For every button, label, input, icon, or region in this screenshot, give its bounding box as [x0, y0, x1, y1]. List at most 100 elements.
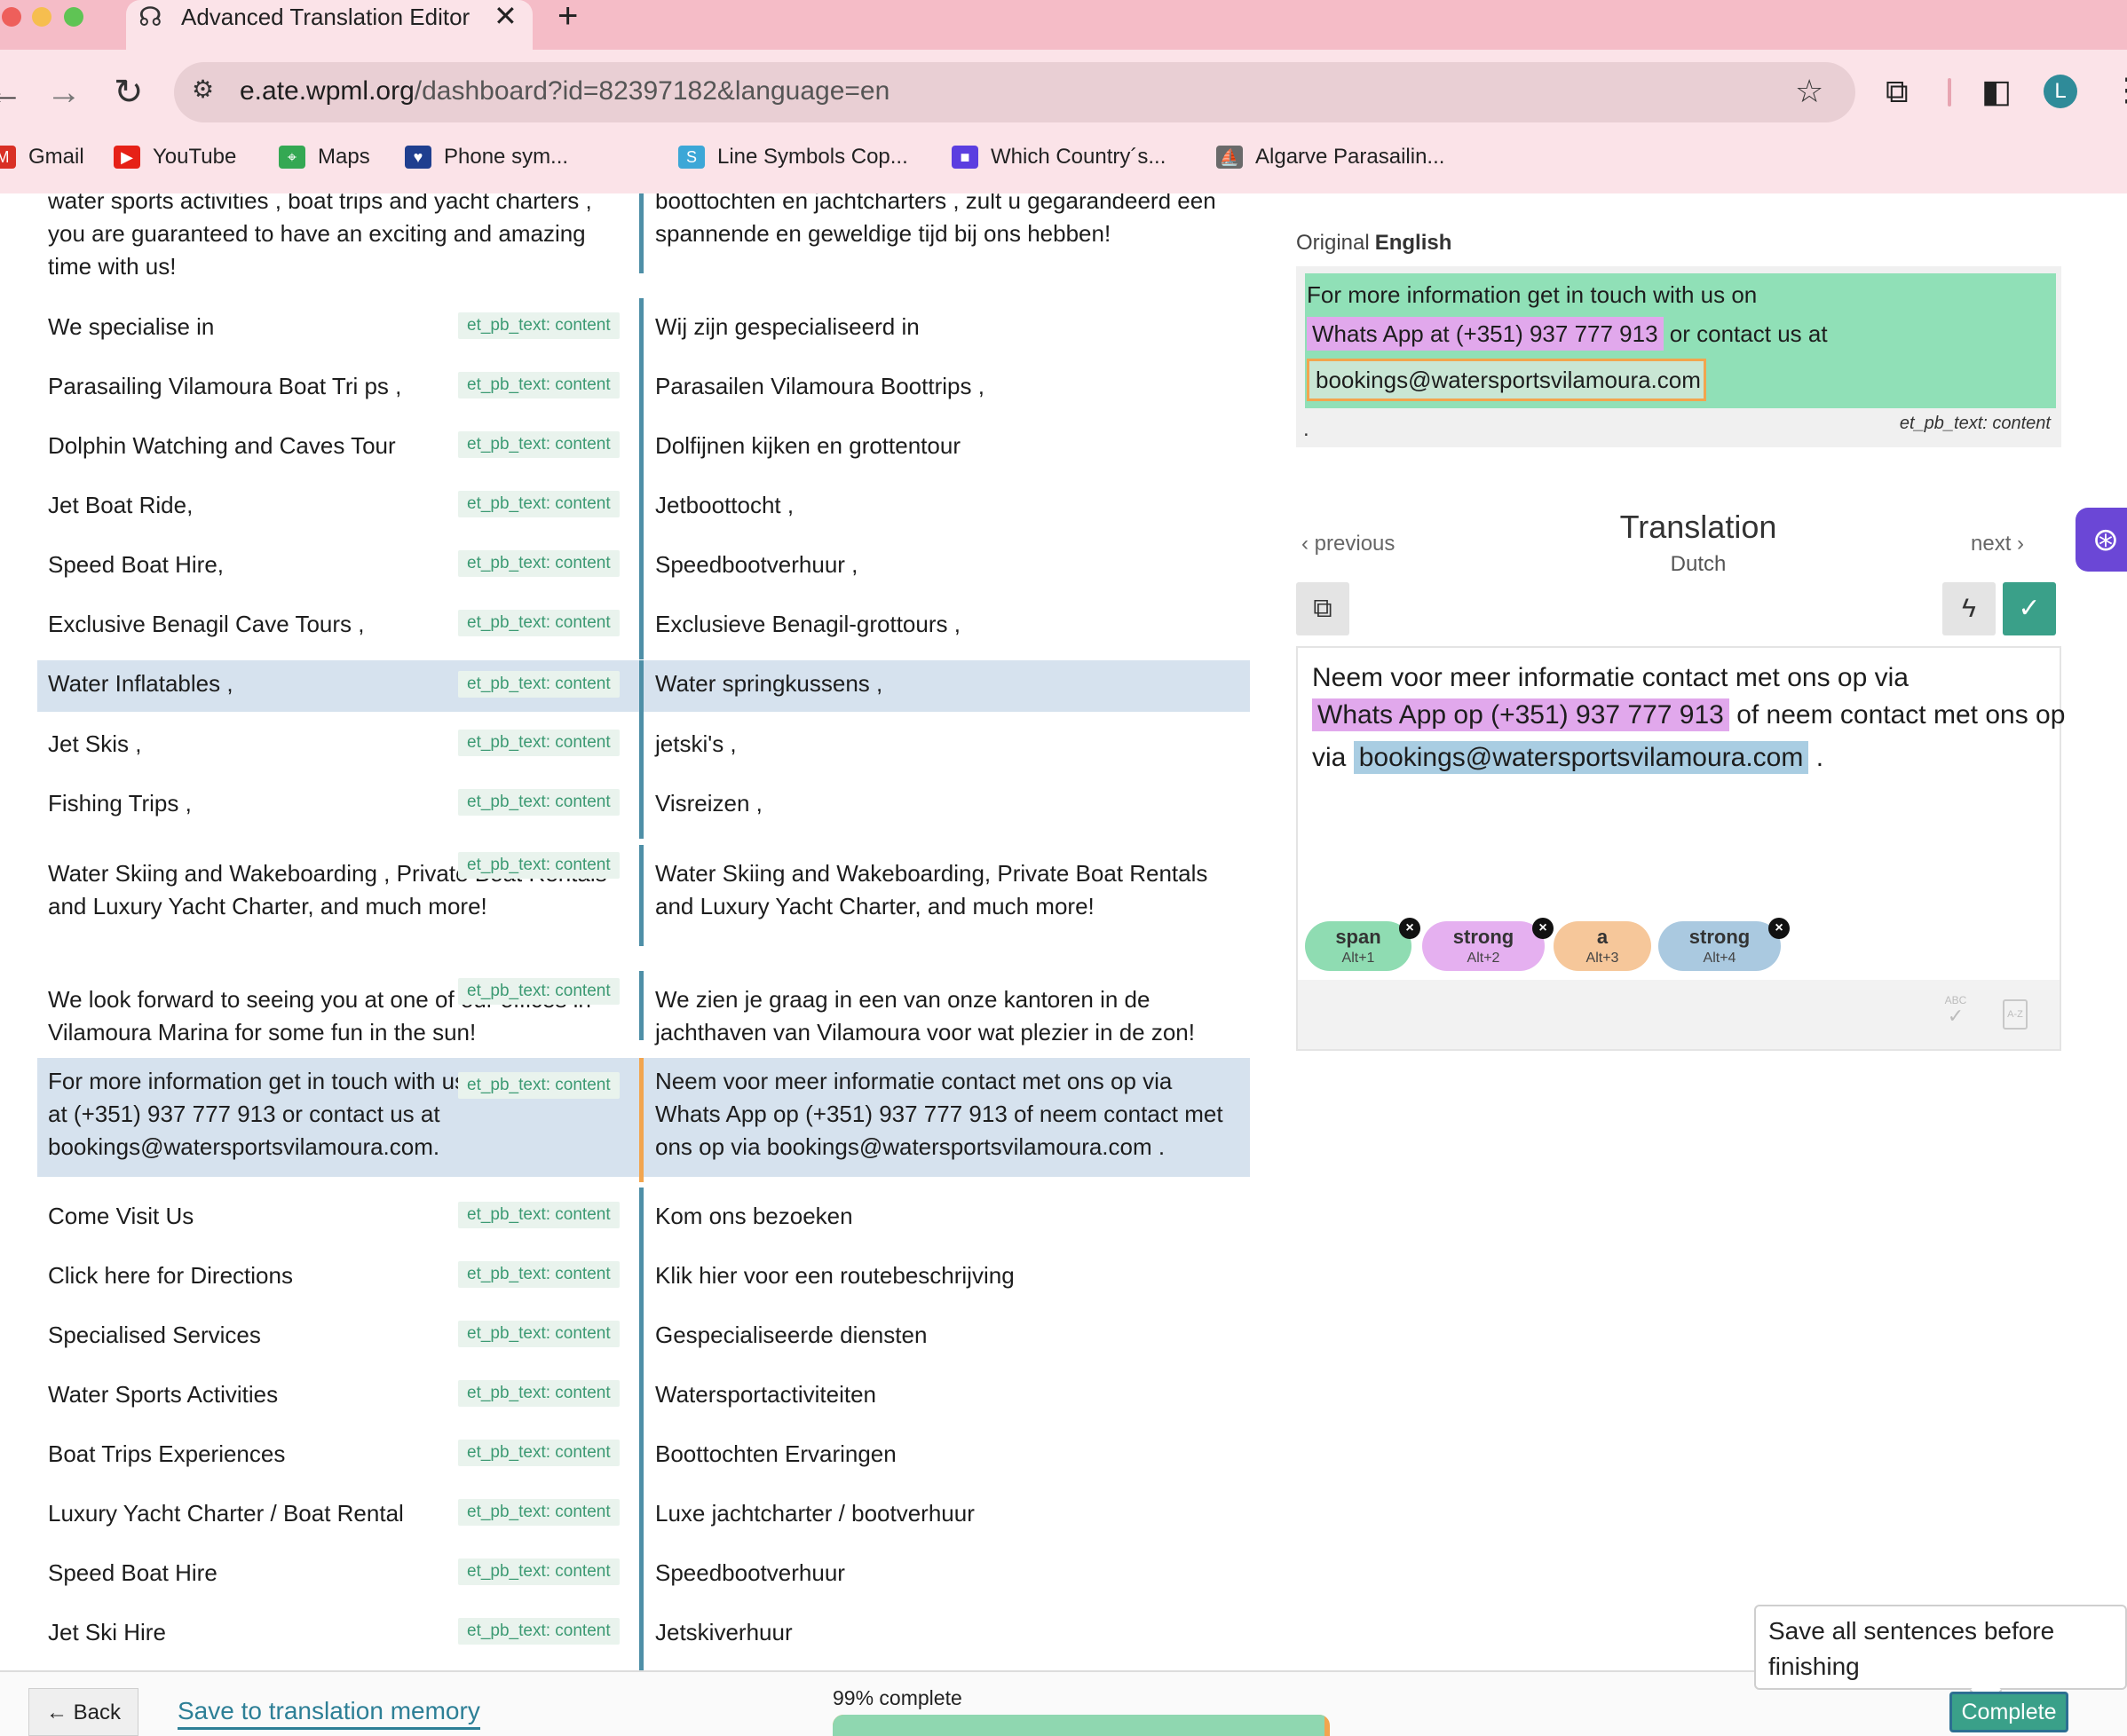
sort-label: A-Z — [2007, 1009, 2023, 1020]
url-path: /dashboard?id=82397182&language=en — [414, 76, 890, 106]
translation-line-1[interactable]: Neem voor meer informatie contact met on… — [1312, 660, 1909, 696]
previous-button[interactable]: ‹ previous — [1301, 529, 1395, 559]
original-line-2: Whats App at (+351) 937 777 913 or conta… — [1307, 317, 1828, 351]
segment-target[interactable]: Boottochten Ervaringen — [655, 1438, 1232, 1471]
tag-chip[interactable]: span Alt+1 — [1305, 921, 1411, 971]
segment-target[interactable]: Speedbootverhuur , — [655, 548, 1232, 581]
window-maximize-dot[interactable] — [64, 7, 83, 27]
s-icon: S — [678, 146, 705, 169]
lightning-icon: ϟ — [1962, 594, 1976, 623]
segment-divider — [639, 1247, 644, 1311]
tag-chip[interactable]: strong Alt+4 — [1658, 921, 1781, 971]
segment-row[interactable]: Fishing Trips , et_pb_text: content Visrei… — [37, 775, 1250, 839]
segment-row[interactable]: Boat Trips Experiences et_pb_text: conten… — [37, 1425, 1250, 1489]
segment-row[interactable]: Speed Boat Hire et_pb_text: content Speedb… — [37, 1544, 1250, 1608]
window-minimize-dot[interactable] — [32, 7, 51, 27]
site-settings-icon[interactable]: ⚙ — [192, 76, 218, 103]
segment-row[interactable]: Water Skiing and Wakeboarding , Private … — [37, 845, 1250, 946]
window-close-dot[interactable] — [2, 7, 21, 27]
segment-target[interactable]: Jetskiverhuur — [655, 1616, 1232, 1649]
segment-row[interactable]: Jet Skis , et_pb_text: content jetski's , — [37, 715, 1250, 779]
next-button[interactable]: next › — [1971, 529, 2024, 559]
segment-tag: et_pb_text: content — [458, 852, 620, 879]
segment-target[interactable]: Visreizen , — [655, 787, 1232, 820]
back-button[interactable]: ← Back — [28, 1688, 138, 1736]
remove-tag-icon[interactable]: × — [1768, 918, 1790, 939]
machine-translate-button[interactable]: ϟ — [1942, 582, 1996, 635]
url-text[interactable]: e.ate.wpml.org/dashboard?id=82397182&lan… — [240, 75, 890, 108]
save-translation-memory-link[interactable]: Save to translation memory — [178, 1695, 480, 1730]
forward-arrow-icon[interactable]: → — [46, 75, 82, 110]
back-arrow-icon[interactable]: ← — [0, 75, 23, 110]
remove-tag-icon[interactable]: × — [1532, 918, 1554, 939]
segment-row[interactable]: We look forward to seeing you at one of … — [37, 971, 1250, 1046]
segment-target[interactable]: Water springkussens , — [655, 667, 1232, 700]
segment-source[interactable]: water sports activities , boat trips and… — [48, 193, 634, 283]
bookmark-0[interactable]: M Gmail — [0, 142, 84, 172]
bookmark-5[interactable]: ■ Which Country´s... — [952, 142, 1166, 172]
segment-target[interactable]: Dolfijnen kijken en grottentour — [655, 430, 1232, 462]
segment-row[interactable]: Parasailing Vilamoura Boat Tri ps , et_pb… — [37, 358, 1250, 422]
tag-chip[interactable]: a Alt+3 — [1554, 921, 1651, 971]
bookmark-6[interactable]: ⛵ Algarve Parasailin... — [1216, 142, 1444, 172]
copy-source-button[interactable]: ⧉ — [1296, 582, 1349, 635]
segment-target[interactable]: Luxe jachtcharter / bootverhuur — [655, 1497, 1232, 1530]
segment-divider — [639, 971, 644, 1040]
reload-icon[interactable]: ↻ — [114, 75, 144, 110]
spellcheck-icon[interactable]: ABC ✓ — [1942, 994, 1969, 1026]
bookmark-2[interactable]: ⌖ Maps — [279, 142, 370, 172]
segment-row[interactable]: Jet Ski Hire et_pb_text: content Jetskiver… — [37, 1604, 1250, 1670]
segment-target[interactable]: Klik hier voor een routebeschrijving — [655, 1259, 1232, 1292]
segment-target[interactable]: boottochten en jachtcharters , zult u ge… — [655, 193, 1232, 250]
segment-row[interactable]: water sports activities , boat trips and… — [37, 193, 1250, 280]
segment-target[interactable]: Speedbootverhuur — [655, 1557, 1232, 1590]
segment-target[interactable]: We zien je graag in een van onze kantore… — [655, 983, 1232, 1049]
segment-target[interactable]: Neem voor meer informatie contact met on… — [655, 1065, 1232, 1164]
new-tab-icon[interactable]: + — [557, 0, 578, 34]
browser-menu-icon[interactable]: ⋮ — [2111, 71, 2127, 108]
close-tab-icon[interactable]: ✕ — [494, 0, 518, 32]
segment-target[interactable]: Water Skiing and Wakeboarding, Private B… — [655, 857, 1232, 923]
segment-tag: et_pb_text: content — [458, 671, 620, 698]
segment-row[interactable]: Speed Boat Hire, et_pb_text: content Speed… — [37, 536, 1250, 600]
brain-assistant-icon[interactable]: ⊛ — [2076, 508, 2127, 572]
segment-row[interactable]: Specialised Services et_pb_text: content G… — [37, 1306, 1250, 1370]
segment-target[interactable]: Gespecialiseerde diensten — [655, 1319, 1232, 1352]
segment-target[interactable]: Watersportactiviteiten — [655, 1378, 1232, 1411]
copy-icon: ⧉ — [1313, 594, 1332, 623]
segment-row[interactable]: We specialise in et_pb_text: content Wij z… — [37, 298, 1250, 362]
segment-row[interactable]: Click here for Directions et_pb_text: con… — [37, 1247, 1250, 1311]
gmail-icon: M — [0, 146, 16, 169]
segment-row[interactable]: Jet Boat Ride, et_pb_text: content Jetboot… — [37, 477, 1250, 541]
tag-chip[interactable]: strong Alt+2 — [1422, 921, 1545, 971]
segment-target[interactable]: Kom ons bezoeken — [655, 1200, 1232, 1233]
segment-row[interactable]: Dolphin Watching and Caves Tour et_pb_tex… — [37, 417, 1250, 481]
segment-target[interactable]: Wij zijn gespecialiseerd in — [655, 311, 1232, 343]
profile-avatar[interactable]: L — [2044, 75, 2077, 108]
translation-line-2[interactable]: Whats App op (+351) 937 777 913 of neem … — [1312, 698, 2065, 733]
segment-row[interactable]: Come Visit Us et_pb_text: content Kom ons … — [37, 1188, 1250, 1251]
segment-row[interactable]: Luxury Yacht Charter / Boat Rental et_pb_… — [37, 1485, 1250, 1549]
segment-target[interactable]: jetski's , — [655, 728, 1232, 761]
bookmark-1[interactable]: ▶ YouTube — [114, 142, 236, 172]
confirm-translation-button[interactable]: ✓ — [2003, 582, 2056, 635]
segment-target[interactable]: Exclusieve Benagil-grottours , — [655, 608, 1232, 641]
sort-icon[interactable]: A-Z — [2003, 999, 2028, 1030]
segment-target[interactable]: Jetboottocht , — [655, 489, 1232, 522]
segment-row[interactable]: Water Sports Activities et_pb_text: conte… — [37, 1366, 1250, 1430]
extensions-icon[interactable]: ⧉ — [1886, 73, 1909, 111]
complete-button[interactable]: Complete — [1949, 1692, 2068, 1732]
segment-row[interactable]: Water Inflatables , et_pb_text: content Wa… — [37, 660, 1250, 717]
bookmark-star-icon[interactable]: ☆ — [1795, 73, 1823, 110]
segment-row[interactable]: Exclusive Benagil Cave Tours , et_pb_text… — [37, 596, 1250, 659]
remove-tag-icon[interactable]: × — [1399, 918, 1420, 939]
bookmark-4[interactable]: S Line Symbols Cop... — [678, 142, 908, 172]
segment-target[interactable]: Parasailen Vilamoura Boottrips , — [655, 370, 1232, 403]
segment-tag: et_pb_text: content — [458, 372, 620, 398]
translation-line-3[interactable]: via bookings@watersportsvilamoura.com . — [1312, 740, 1823, 776]
bookmark-3[interactable]: ♥ Phone sym... — [405, 142, 568, 172]
segment-tag: et_pb_text: content — [458, 550, 620, 577]
side-panel-icon[interactable]: ◧ — [1981, 73, 2012, 110]
segment-divider — [639, 1366, 644, 1430]
segment-row[interactable]: For more information get in touch with u… — [37, 1058, 1250, 1182]
